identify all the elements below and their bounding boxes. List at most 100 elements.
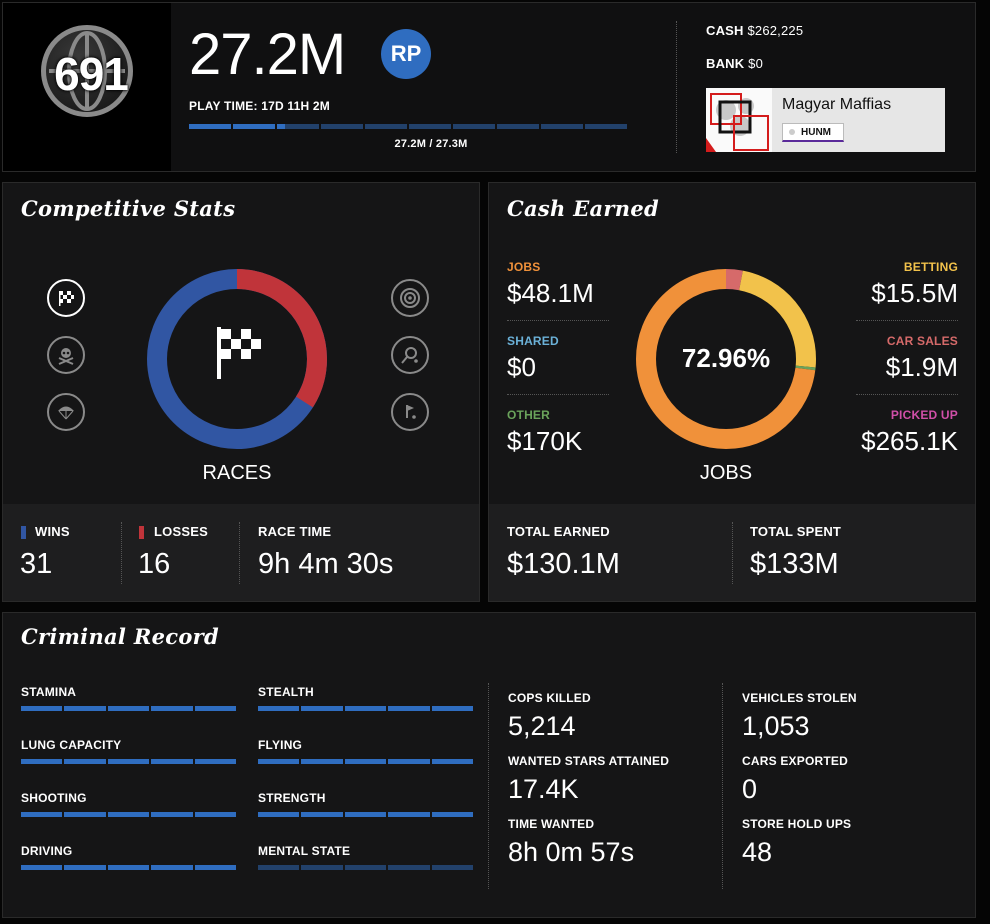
skill-label: STAMINA xyxy=(21,685,77,699)
skill-bar-segment xyxy=(388,865,430,870)
checkered-flag-icon[interactable] xyxy=(47,279,85,317)
criminal-divider xyxy=(722,683,723,889)
skill-bar-segment xyxy=(194,759,237,764)
rp-progress-segment xyxy=(585,124,627,129)
skill-item: STRENGTH xyxy=(258,791,474,825)
skill-label: DRIVING xyxy=(21,844,73,858)
skill-bar-segment xyxy=(301,865,343,870)
cash-category-value: $170K xyxy=(507,426,583,456)
footer-divider xyxy=(239,522,240,584)
skill-bar-segment xyxy=(431,759,474,764)
skill-bar-segment xyxy=(344,706,387,711)
skill-bar-segment xyxy=(21,865,63,870)
skill-bar xyxy=(21,865,237,870)
cash-divider xyxy=(507,394,609,395)
rp-progress-segment xyxy=(365,124,407,129)
skill-item: STEALTH xyxy=(258,685,474,719)
rp-progress-segment xyxy=(277,124,319,129)
skill-bar xyxy=(258,812,474,817)
crew-tag: HUNM xyxy=(801,126,831,138)
skill-bar-segment xyxy=(431,706,474,711)
footer-divider xyxy=(121,522,122,584)
rp-progress-segment xyxy=(453,124,495,129)
cash-category-right: PICKED UP $265.1K xyxy=(856,408,958,468)
golf-icon[interactable] xyxy=(391,393,429,431)
criminal-stat-value: 17.4K xyxy=(508,774,579,804)
header-panel: 691 27.2M RP PLAY TIME: 17D 11H 2M 27.2M… xyxy=(2,2,976,172)
criminal-record-panel: Criminal Record STAMINA STEALTH LUNG CAPAC… xyxy=(2,612,976,918)
skill-bar-segment xyxy=(107,812,150,817)
skill-bar-segment xyxy=(258,865,300,870)
skill-bar-segment xyxy=(301,812,343,817)
skill-bar-segment xyxy=(151,865,193,870)
cash-divider xyxy=(856,320,958,321)
races-label: RACES xyxy=(202,462,272,484)
cash-category-right: CAR SALES $1.9M xyxy=(856,334,958,395)
skill-item: STAMINA xyxy=(21,685,237,719)
wins-value: 31 xyxy=(20,548,53,580)
cash-earned-title: Cash Earned xyxy=(507,196,660,221)
skill-bar-segment xyxy=(64,865,106,870)
competitive-stats-panel: Competitive Stats RACES WINS 31 LOSSES 1… xyxy=(2,182,480,602)
cash-label: CASH xyxy=(706,23,744,38)
skill-bar-segment xyxy=(107,865,150,870)
race-time-value: 9h 4m 30s xyxy=(258,548,394,580)
rp-progress-segment xyxy=(497,124,539,129)
rp-progress-segment xyxy=(409,124,451,129)
skill-bar-segment xyxy=(301,706,343,711)
competitive-title: Competitive Stats xyxy=(21,196,236,221)
skill-label: STRENGTH xyxy=(258,791,326,805)
cash-category-value: $0 xyxy=(507,352,536,382)
losses-swatch xyxy=(139,526,144,539)
cash-category-right: BETTING $15.5M xyxy=(856,260,958,321)
rp-progress-segment xyxy=(189,124,231,129)
skill-item: FLYING xyxy=(258,738,474,772)
cash-row: CASH $262,225 xyxy=(706,23,803,38)
criminal-title: Criminal Record xyxy=(21,624,219,649)
rp-badge-label: RP xyxy=(390,41,422,66)
cash-category-label: CAR SALES xyxy=(886,334,958,348)
skill-bar-segment xyxy=(258,812,300,817)
tennis-icon[interactable] xyxy=(391,336,429,374)
rp-progress-segment xyxy=(321,124,363,129)
criminal-stat-value: 8h 0m 57s xyxy=(508,837,635,867)
cash-category-left: SHARED $0 xyxy=(507,334,609,395)
skill-bar-segment xyxy=(388,759,430,764)
crew-card[interactable]: Magyar Maffias HUNM xyxy=(706,88,945,152)
cash-category-value: $15.5M xyxy=(871,278,958,308)
skill-bar-segment xyxy=(344,759,387,764)
rp-badge: RP xyxy=(381,29,431,79)
crew-name: Magyar Maffias xyxy=(782,96,892,113)
losses-label: LOSSES xyxy=(154,524,208,539)
skill-label: SHOOTING xyxy=(21,791,87,805)
footer-divider xyxy=(732,522,733,584)
competitive-footer: WINS 31 LOSSES 16 RACE TIME 9h 4m 30s xyxy=(3,504,479,601)
cash-category-value: $1.9M xyxy=(885,352,958,382)
skill-item: MENTAL STATE xyxy=(258,844,474,878)
skill-bar-segment xyxy=(431,812,474,817)
rp-progress-fill xyxy=(277,124,286,129)
skill-bar xyxy=(21,759,237,764)
race-time-label: RACE TIME xyxy=(258,524,332,539)
target-icon[interactable] xyxy=(391,279,429,317)
cash-category-label: OTHER xyxy=(507,408,550,422)
rank-badge-area: 691 xyxy=(3,3,171,171)
cash-category-value: $48.1M xyxy=(507,278,594,308)
total-spent-value: $133M xyxy=(750,548,839,580)
parachute-icon[interactable] xyxy=(47,393,85,431)
wins-label: WINS xyxy=(35,524,70,539)
skull-icon[interactable] xyxy=(47,336,85,374)
skill-bar-segment xyxy=(194,706,237,711)
rp-value: 27.2M xyxy=(189,22,346,87)
skill-bar-segment xyxy=(64,812,106,817)
wins-swatch xyxy=(21,526,26,539)
skill-bar-segment xyxy=(301,759,343,764)
skill-label: LUNG CAPACITY xyxy=(21,738,122,752)
criminal-stat-value: 0 xyxy=(742,774,758,804)
skill-bar-segment xyxy=(258,706,300,711)
cash-category-left: OTHER $170K xyxy=(507,408,609,468)
skill-bar xyxy=(258,759,474,764)
cash-category-left: JOBS $48.1M xyxy=(507,260,609,321)
bank-row: BANK $0 xyxy=(706,56,763,71)
cash-category-label: SHARED xyxy=(507,334,559,348)
